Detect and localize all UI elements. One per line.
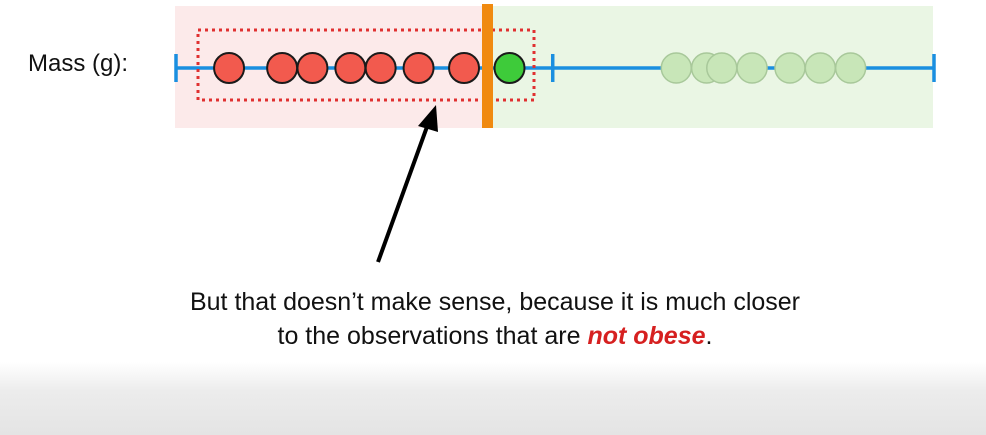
caption-line-2-suffix: . <box>705 322 713 350</box>
footer-band <box>0 362 986 435</box>
arrow <box>376 105 438 263</box>
caption-line-2-prefix: to the observations that are <box>277 322 588 350</box>
observation-point-obese <box>266 52 299 84</box>
threshold-line <box>482 4 493 128</box>
observation-point-not-obese <box>804 52 837 84</box>
observation-point-not-obese <box>736 52 768 84</box>
observation-point-misclassified <box>493 52 526 84</box>
observation-point-not-obese <box>774 52 806 84</box>
observation-point-obese <box>213 52 246 84</box>
caption-line-1: But that doesn’t make sense, because it … <box>189 288 801 316</box>
observation-point-obese <box>296 52 329 84</box>
observation-point-not-obese <box>834 52 867 84</box>
observation-point-obese <box>334 52 367 84</box>
caption: But that doesn’t make sense, because it … <box>140 285 850 353</box>
observation-point-obese <box>402 52 435 84</box>
observation-point-not-obese <box>706 52 738 84</box>
observation-point-obese <box>364 52 397 84</box>
observation-point-obese <box>448 52 481 84</box>
axis-label: Mass (g): <box>28 50 129 77</box>
caption-emphasis: not obese <box>587 322 706 350</box>
observation-point-not-obese <box>660 52 693 84</box>
